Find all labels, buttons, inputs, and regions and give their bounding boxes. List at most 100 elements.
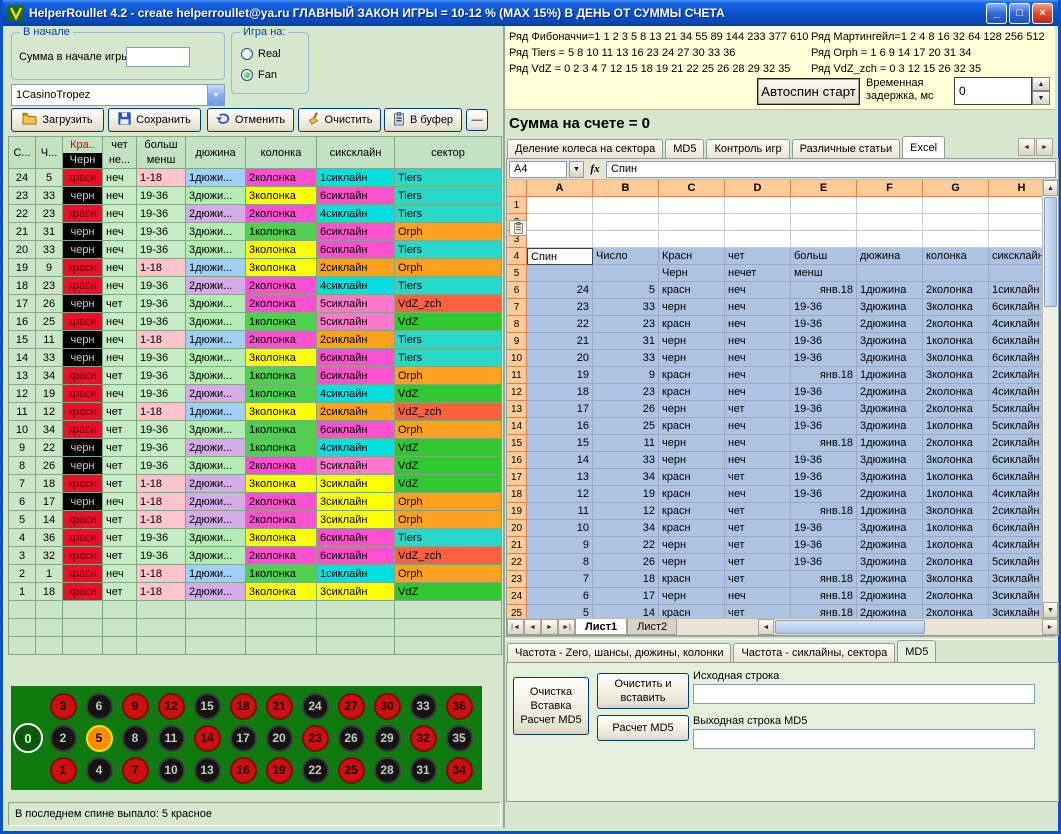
radio-real[interactable]: Real bbox=[241, 48, 281, 60]
excel-cell[interactable]: 3дюжина bbox=[857, 350, 923, 367]
excel-cell[interactable]: 31 bbox=[593, 333, 659, 350]
excel-cell[interactable]: черн bbox=[659, 554, 725, 571]
excel-cell[interactable]: 33 bbox=[593, 350, 659, 367]
excel-cell[interactable] bbox=[659, 231, 725, 248]
excel-cell[interactable]: 19-36 bbox=[791, 350, 857, 367]
excel-cell[interactable]: 33 bbox=[593, 452, 659, 469]
excel-cell[interactable] bbox=[527, 214, 593, 231]
spinner-up-icon[interactable]: ▲ bbox=[1032, 77, 1050, 91]
excel-cell[interactable]: нечет bbox=[725, 265, 791, 282]
excel-cell[interactable] bbox=[857, 214, 923, 231]
excel-cell[interactable]: больш bbox=[791, 248, 857, 265]
excel-cell[interactable]: 19-36 bbox=[791, 418, 857, 435]
roulette-chip[interactable]: 26 bbox=[338, 725, 365, 752]
excel-cell[interactable]: 3дюжина bbox=[857, 401, 923, 418]
excel-cell[interactable]: черн bbox=[659, 435, 725, 452]
excel-cell[interactable]: 22 bbox=[527, 316, 593, 333]
excel-row-header[interactable]: 11 bbox=[507, 367, 527, 384]
excel-cell[interactable]: 2сиклайн bbox=[989, 367, 1042, 384]
excel-cell[interactable]: 15 bbox=[527, 435, 593, 452]
excel-cell[interactable]: чет bbox=[725, 605, 791, 618]
excel-cell[interactable]: 9 bbox=[527, 537, 593, 554]
excel-cell[interactable]: 2колонка bbox=[923, 384, 989, 401]
excel-cell[interactable]: 1колонка bbox=[923, 333, 989, 350]
excel-cell[interactable]: 2колонка bbox=[923, 554, 989, 571]
close-button[interactable]: × bbox=[1032, 3, 1053, 24]
md5-output-field[interactable] bbox=[693, 729, 1035, 749]
excel-cell[interactable]: красн bbox=[659, 520, 725, 537]
scroll-down-icon[interactable]: ▼ bbox=[1043, 602, 1058, 618]
roulette-chip[interactable]: 18 bbox=[230, 693, 257, 720]
excel-row-header[interactable]: 4 bbox=[507, 248, 527, 265]
roulette-chip[interactable]: 33 bbox=[410, 693, 437, 720]
excel-cell[interactable]: 25 bbox=[593, 418, 659, 435]
horizontal-scroll-thumb[interactable] bbox=[775, 620, 925, 634]
excel-cell[interactable]: черн bbox=[659, 452, 725, 469]
excel-cell[interactable]: 19-36 bbox=[791, 554, 857, 571]
excel-cell[interactable]: 19-36 bbox=[791, 299, 857, 316]
excel-cell[interactable]: 6сиклайн bbox=[989, 520, 1042, 537]
excel-cell[interactable]: 24 bbox=[527, 282, 593, 299]
roulette-chip[interactable]: 14 bbox=[194, 725, 221, 752]
excel-cell[interactable]: красн bbox=[659, 418, 725, 435]
excel-cell[interactable]: 34 bbox=[593, 520, 659, 537]
excel-cell[interactable]: 3колонка bbox=[923, 299, 989, 316]
paste-options-icon[interactable] bbox=[509, 220, 527, 236]
excel-cell[interactable]: 2сиклайн bbox=[989, 503, 1042, 520]
roulette-zero-chip[interactable]: 0 bbox=[13, 723, 43, 753]
excel-corner[interactable] bbox=[507, 180, 527, 197]
excel-cell[interactable]: 20 bbox=[527, 350, 593, 367]
excel-cell[interactable]: 23 bbox=[593, 316, 659, 333]
excel-cell[interactable]: красн bbox=[659, 571, 725, 588]
excel-cell[interactable]: 2колонка bbox=[923, 282, 989, 299]
excel-cell[interactable]: черн bbox=[659, 350, 725, 367]
excel-cell[interactable]: дюжина bbox=[857, 248, 923, 265]
excel-cell[interactable]: 33 bbox=[593, 299, 659, 316]
excel-cell[interactable]: 5сиклайн bbox=[989, 401, 1042, 418]
excel-row-header[interactable]: 19 bbox=[507, 503, 527, 520]
excel-cell[interactable]: чет bbox=[725, 537, 791, 554]
excel-cell[interactable] bbox=[791, 214, 857, 231]
excel-cell[interactable] bbox=[923, 231, 989, 248]
roulette-chip[interactable]: 12 bbox=[158, 693, 185, 720]
excel-cell[interactable] bbox=[989, 265, 1042, 282]
excel-col-header[interactable]: F bbox=[857, 180, 923, 197]
excel-cell[interactable]: черн bbox=[659, 333, 725, 350]
excel-cell[interactable]: 2колонка bbox=[923, 401, 989, 418]
excel-cell[interactable]: 5сиклайн bbox=[989, 554, 1042, 571]
excel-cell[interactable]: 3дюжина bbox=[857, 418, 923, 435]
excel-cell[interactable]: 3колонка bbox=[923, 367, 989, 384]
load-button[interactable]: Загрузить bbox=[11, 108, 104, 132]
roulette-chip[interactable]: 2 bbox=[50, 725, 77, 752]
excel-cell[interactable]: янв.18 bbox=[791, 435, 857, 452]
excel-cell[interactable] bbox=[593, 265, 659, 282]
cell-name-box[interactable]: A4 bbox=[509, 161, 567, 178]
roulette-chip[interactable]: 34 bbox=[446, 757, 473, 784]
excel-cell[interactable]: 19-36 bbox=[791, 452, 857, 469]
excel-cell[interactable]: чет bbox=[725, 554, 791, 571]
roulette-chip[interactable]: 25 bbox=[338, 757, 365, 784]
excel-cell[interactable]: 8 bbox=[527, 554, 593, 571]
excel-cell[interactable]: 5сиклайн bbox=[989, 418, 1042, 435]
excel-row-header[interactable]: 6 bbox=[507, 282, 527, 299]
excel-cell[interactable]: 2колонка bbox=[923, 316, 989, 333]
excel-cell[interactable]: 13 bbox=[527, 469, 593, 486]
sheet-prev-icon[interactable]: ◄ bbox=[524, 619, 541, 635]
excel-row-header[interactable]: 24 bbox=[507, 588, 527, 605]
md5-input-field[interactable] bbox=[693, 684, 1035, 704]
minimize-button[interactable]: _ bbox=[986, 3, 1007, 24]
excel-cell[interactable]: 2дюжина bbox=[857, 537, 923, 554]
excel-cell[interactable]: янв.18 bbox=[791, 503, 857, 520]
excel-col-header[interactable]: B bbox=[593, 180, 659, 197]
excel-cell[interactable] bbox=[989, 231, 1042, 248]
excel-cell[interactable]: неч bbox=[725, 282, 791, 299]
excel-cell[interactable]: неч bbox=[725, 384, 791, 401]
tab-md5-bottom[interactable]: MD5 bbox=[897, 640, 936, 662]
md5-calc-button[interactable]: Расчет MD5 bbox=[597, 715, 689, 741]
excel-cell[interactable]: 3колонка bbox=[923, 350, 989, 367]
excel-cell[interactable]: 2дюжина bbox=[857, 316, 923, 333]
excel-cell[interactable]: 22 bbox=[593, 537, 659, 554]
excel-col-header[interactable]: D bbox=[725, 180, 791, 197]
excel-cell[interactable]: 18 bbox=[593, 571, 659, 588]
sheet-next-icon[interactable]: ► bbox=[541, 619, 558, 635]
